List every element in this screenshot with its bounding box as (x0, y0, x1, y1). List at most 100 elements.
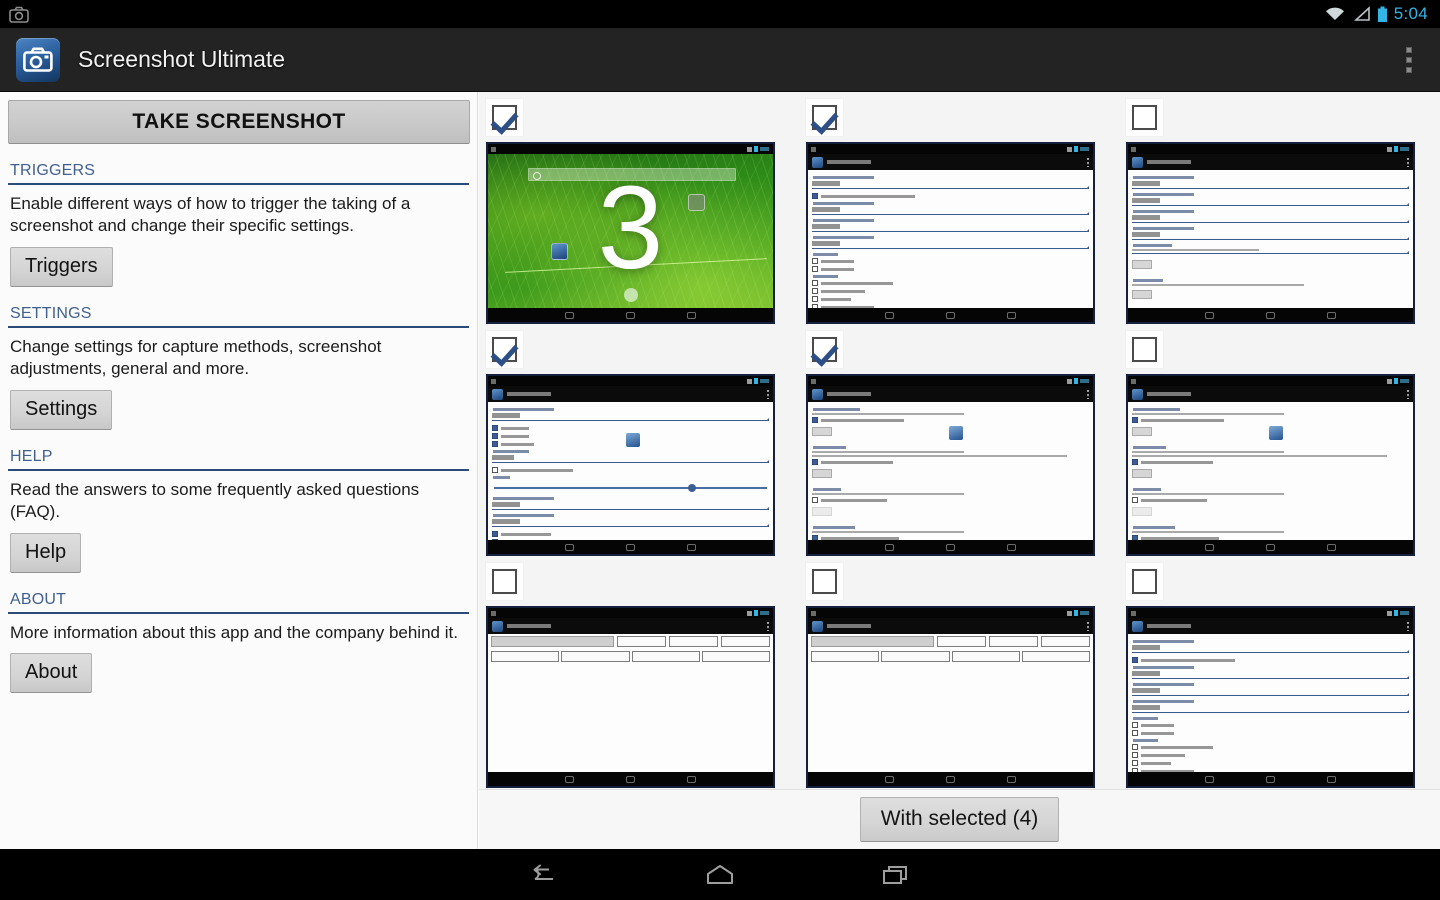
screenshot-thumbnail[interactable] (1126, 142, 1415, 324)
thumb-app-screenshot (808, 618, 1093, 772)
screenshot-grid: 3 (479, 92, 1440, 788)
thumb-status-icons (1387, 378, 1409, 384)
home-icon[interactable] (697, 858, 743, 892)
gallery-item (1119, 556, 1439, 788)
section-divider (8, 611, 469, 614)
thumb-status-icons (1067, 378, 1089, 384)
gallery-item: 3 (479, 92, 799, 324)
thumb-settings-screen (808, 154, 1093, 308)
signal-icon (1353, 6, 1370, 21)
checkbox-box (812, 569, 837, 594)
section-heading-settings: SETTINGS (10, 304, 92, 322)
screenshot-thumbnail[interactable] (806, 374, 1095, 556)
checkbox-box (492, 105, 517, 130)
camera-app-icon (16, 37, 60, 82)
checkbox-box (812, 105, 837, 130)
screenshot-gallery[interactable]: 3 (479, 92, 1440, 849)
thumb-status-bar (488, 144, 773, 154)
thumb-home-wallpaper: 3 (488, 154, 773, 308)
thumb-app-bar (488, 618, 773, 634)
thumb-app-drawer-icon (623, 287, 638, 302)
thumb-countdown-number: 3 (597, 162, 664, 295)
gallery-item (479, 324, 799, 556)
thumb-status-bar (808, 376, 1093, 386)
thumb-app-shortcut-icon (687, 194, 705, 212)
thumb-app-bar (1128, 386, 1413, 402)
status-bar-clock: 5:04 (1393, 4, 1428, 23)
screenshot-thumbnail[interactable] (806, 606, 1095, 788)
thumb-app-bar (488, 386, 773, 402)
section-description-help: Read the answers to some frequently aske… (10, 479, 420, 522)
thumb-app-shortcut-icon (550, 243, 568, 261)
thumb-status-icons (747, 610, 769, 616)
section-divider (8, 183, 469, 185)
screen-root: 5:04 Screenshot Ultimate TAKE SCREENSHOT… (0, 0, 1440, 900)
thumb-watermark-icon (947, 425, 964, 442)
gallery-item (799, 92, 1119, 324)
thumb-app-bar (1128, 154, 1413, 170)
recents-icon[interactable] (873, 858, 919, 892)
screenshot-thumbnail[interactable]: 3 (486, 142, 775, 324)
screenshot-thumbnail[interactable] (486, 374, 775, 556)
thumb-status-icons (747, 146, 769, 152)
checkbox-box (812, 337, 837, 362)
screenshot-select-checkbox[interactable] (1126, 99, 1163, 136)
screenshot-select-checkbox[interactable] (806, 563, 843, 600)
screenshot-thumbnail[interactable] (486, 606, 775, 788)
gallery-item (799, 556, 1119, 788)
screenshot-select-checkbox[interactable] (806, 331, 843, 368)
overflow-dot (1406, 46, 1412, 53)
screenshot-thumbnail[interactable] (1126, 374, 1415, 556)
screenshot-thumbnail[interactable] (1126, 606, 1415, 788)
app-bar: Screenshot Ultimate (0, 28, 1440, 92)
screenshot-select-checkbox[interactable] (486, 563, 523, 600)
checkbox-box (492, 337, 517, 362)
screenshot-notification-icon (9, 6, 29, 23)
overflow-dot (1406, 56, 1412, 63)
thumb-status-icons (1387, 610, 1409, 616)
screenshot-thumbnail[interactable] (806, 142, 1095, 324)
with-selected-button[interactable]: With selected (4) (859, 797, 1060, 842)
gallery-item (799, 324, 1119, 556)
thumb-status-bar (808, 144, 1093, 154)
thumb-nav-bar (808, 308, 1093, 322)
section-help: HELP Read the answers to some frequently… (8, 448, 469, 573)
checkbox-box (1132, 337, 1157, 362)
thumb-app-bar (808, 154, 1093, 170)
gallery-item (1119, 324, 1439, 556)
thumb-settings-screen (1128, 618, 1413, 772)
thumb-watermark-icon (1267, 425, 1284, 442)
thumb-watermark-icon (624, 432, 641, 449)
thumb-status-bar (808, 608, 1093, 618)
gallery-item (1119, 92, 1439, 324)
thumb-nav-bar (1128, 772, 1413, 786)
thumb-status-icons (1067, 146, 1089, 152)
about-button[interactable]: About (10, 653, 93, 694)
system-status-bar: 5:04 (0, 0, 1440, 28)
thumb-nav-bar (1128, 540, 1413, 554)
main-content: TAKE SCREENSHOT TRIGGERS Enable differen… (0, 92, 1440, 849)
screenshot-select-checkbox[interactable] (486, 331, 523, 368)
back-icon[interactable] (521, 858, 567, 892)
thumb-status-bar (1128, 144, 1413, 154)
settings-button[interactable]: Settings (10, 389, 113, 430)
thumb-status-icons (1387, 146, 1409, 152)
thumb-app-bar (808, 618, 1093, 634)
section-divider (8, 325, 469, 328)
triggers-button[interactable]: Triggers (10, 246, 113, 287)
screenshot-select-checkbox[interactable] (1126, 563, 1163, 600)
screenshot-select-checkbox[interactable] (806, 99, 843, 136)
section-description-settings: Change settings for capture methods, scr… (10, 336, 382, 379)
system-navigation-bar (0, 849, 1440, 900)
thumb-status-bar (1128, 376, 1413, 386)
thumb-app-bar (808, 386, 1093, 402)
section-heading-about: ABOUT (10, 590, 67, 608)
screenshot-select-checkbox[interactable] (486, 99, 523, 136)
checkbox-box (1132, 105, 1157, 130)
status-bar-indicators: 5:04 (1324, 4, 1440, 24)
overflow-menu-icon[interactable] (1400, 39, 1418, 81)
thumb-settings-screen (1128, 154, 1413, 308)
screenshot-select-checkbox[interactable] (1126, 331, 1163, 368)
help-button[interactable]: Help (10, 532, 82, 573)
take-screenshot-button[interactable]: TAKE SCREENSHOT (8, 100, 470, 144)
